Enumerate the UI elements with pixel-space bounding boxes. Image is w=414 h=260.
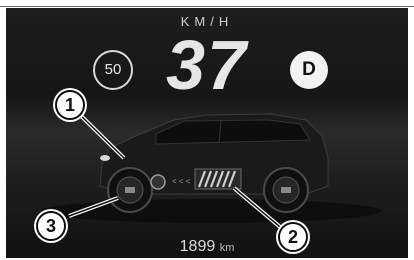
callout-3: 3 [36,211,66,241]
battery-icon [194,168,242,190]
car-windows [155,119,311,145]
headlight [100,155,110,161]
odometer-unit: km [219,242,235,254]
energy-flow-arrows: < < < [172,177,191,186]
callout-1: 1 [55,90,85,120]
vehicle-graphic: < < < [41,108,381,234]
front-wheel [107,167,153,213]
top-rule [0,6,414,7]
odometer-value: 1899 [179,238,216,255]
odometer: 1899 km [6,238,408,256]
front-motor-icon [150,174,166,190]
instrument-cluster-screen: KM/H 37 50 D < < < 1 2 3 1899 km [6,8,408,258]
rear-wheel [263,167,309,213]
